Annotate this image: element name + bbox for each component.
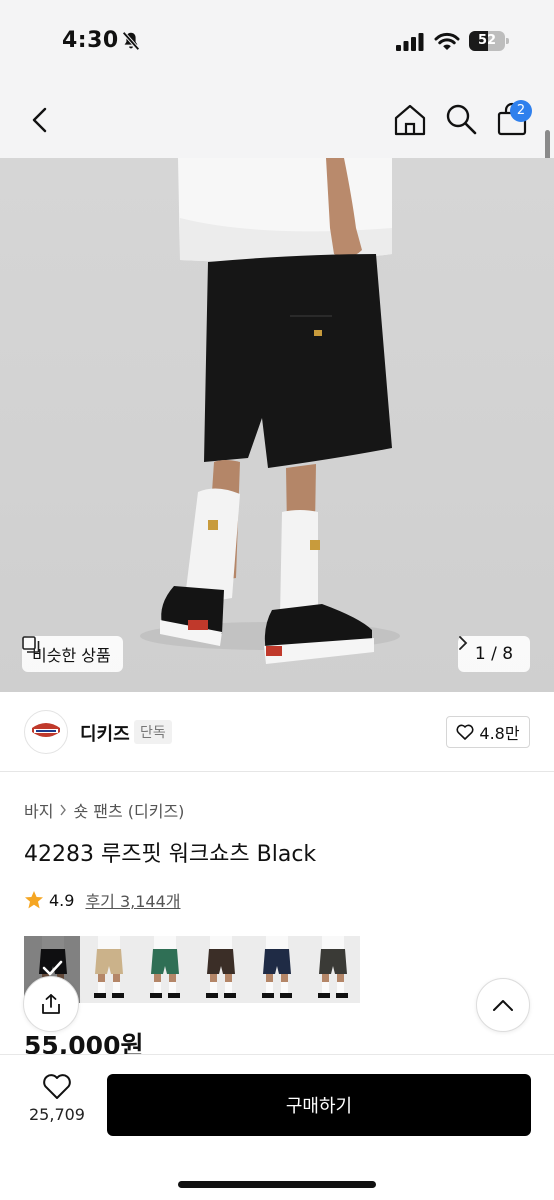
- search-icon[interactable]: [444, 102, 478, 136]
- brand-like-count: 4.8만: [479, 724, 520, 743]
- chevron-up-icon: [493, 1000, 513, 1011]
- battery-percent: 52: [477, 33, 497, 48]
- similar-products-button[interactable]: 비슷한 상품: [22, 636, 123, 672]
- rating-row: 4.9 후기 3,144개: [24, 888, 181, 912]
- dickies-logo: [32, 723, 60, 737]
- chevron-right-icon: [459, 636, 468, 650]
- similar-items-icon: [22, 636, 40, 653]
- cart-count-badge: 2: [510, 100, 532, 122]
- check-icon: [42, 960, 63, 976]
- wishlist-button[interactable]: 25,709: [24, 1073, 90, 1137]
- image-page-indicator[interactable]: 1 / 8: [458, 636, 530, 672]
- swatch-thumbnail: [248, 936, 304, 1003]
- swatch-thumbnail: [304, 936, 360, 1003]
- breadcrumb: 바지 숏 팬츠 (디키즈): [24, 798, 184, 822]
- product-photo: [0, 158, 554, 692]
- wishlist-count: 25,709: [29, 1105, 85, 1124]
- chevron-right-icon: [60, 804, 67, 816]
- product-image-carousel[interactable]: 비슷한 상품 1 / 8: [0, 158, 554, 692]
- exclusive-tag: 단독: [134, 720, 172, 744]
- color-swatch[interactable]: [80, 936, 136, 1003]
- rating-score: 4.9: [49, 890, 75, 910]
- product-title: 42283 루즈핏 워크쇼츠 Black: [24, 842, 317, 867]
- heart-outline-icon: [43, 1074, 71, 1099]
- swatch-thumbnail: [80, 936, 136, 1003]
- breadcrumb-category[interactable]: 바지: [24, 798, 53, 822]
- back-icon[interactable]: [24, 104, 56, 136]
- brand-like-button[interactable]: 4.8만: [446, 716, 530, 748]
- bottom-action-bar: 25,709 구매하기: [0, 1054, 554, 1200]
- color-swatch[interactable]: [304, 936, 360, 1003]
- swatch-thumbnail: [136, 936, 192, 1003]
- color-swatch[interactable]: [248, 936, 304, 1003]
- home-icon[interactable]: [392, 102, 428, 138]
- nav-header: [0, 80, 554, 158]
- brand-row: 디키즈 단독 4.8만: [0, 692, 554, 772]
- review-count-link[interactable]: 후기 3,144개: [85, 888, 180, 912]
- color-swatch[interactable]: [136, 936, 192, 1003]
- heart-outline-icon: [456, 724, 474, 740]
- brand-name[interactable]: 디키즈: [80, 720, 130, 746]
- page-indicator-text: 1 / 8: [474, 644, 514, 664]
- bell-off-icon: [122, 31, 140, 51]
- color-swatch[interactable]: [192, 936, 248, 1003]
- breadcrumb-subcategory[interactable]: 숏 팬츠 (디키즈): [73, 798, 184, 822]
- home-indicator[interactable]: [178, 1181, 376, 1188]
- wifi-icon: [434, 32, 460, 50]
- battery-indicator: 52: [469, 31, 509, 51]
- swatch-thumbnail: [192, 936, 248, 1003]
- brand-logo[interactable]: [24, 710, 68, 754]
- cellular-signal-icon: [396, 33, 424, 51]
- scroll-to-top-button[interactable]: [476, 978, 530, 1032]
- star-icon: [25, 891, 43, 909]
- share-button[interactable]: [23, 976, 79, 1032]
- status-time: 4:30: [62, 28, 119, 53]
- buy-button[interactable]: 구매하기: [107, 1074, 531, 1136]
- status-bar: 4:30 52: [0, 0, 554, 80]
- share-icon: [42, 994, 60, 1014]
- similar-products-label: 비슷한 상품: [32, 646, 111, 665]
